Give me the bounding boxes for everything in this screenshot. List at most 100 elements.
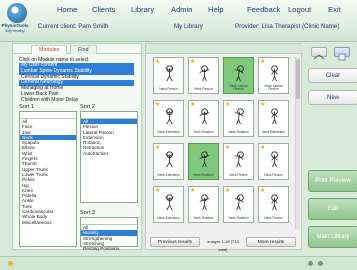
sort1-label: Sort 1 <box>19 104 34 110</box>
module-panel: Modules Find Click on Module name to sel… <box>12 43 143 251</box>
exercise-thumbnail[interactable]: ★ Neck Lateral Flexion <box>258 57 289 94</box>
nav-clients[interactable]: Clients <box>92 5 115 14</box>
exercise-thumbnail[interactable]: ★ Neck Flexion <box>258 143 289 180</box>
module-tabs: Modules Find <box>13 44 143 54</box>
physiotools-app: PhysioTools Stay Healthy! Home Clients Lib… <box>0 0 357 270</box>
sort3-option[interactable]: Resting Positions <box>81 246 137 251</box>
previous-results-button[interactable]: Previous results <box>150 237 200 247</box>
image-grid-scrollbar[interactable] <box>295 57 300 229</box>
exercise-thumbnail[interactable]: ★ Neck Rotation <box>188 100 219 137</box>
nav-help[interactable]: Help <box>208 5 224 14</box>
exercise-caption: Neck Retraction <box>262 130 285 135</box>
exercise-thumbnail[interactable]: ★ Neck Lateral Flexion <box>223 57 254 94</box>
exercise-thumbnail[interactable]: ★ Neck Retraction <box>258 100 289 137</box>
exercise-thumbnail[interactable]: ★ Neck Rotation <box>223 186 254 223</box>
current-client: Current client: Pam Smith <box>38 23 109 30</box>
sort2-filter-input[interactable] <box>81 112 137 119</box>
exercise-figure-icon <box>271 108 278 125</box>
exercise-thumbnail[interactable]: ★ Neck Rotation <box>223 100 254 137</box>
status-dot-icon <box>8 261 13 266</box>
exercise-caption: Neck Rotation <box>193 173 214 178</box>
nav-admin[interactable]: Admin <box>171 5 193 14</box>
exercise-figure-icon <box>165 108 174 125</box>
exercise-figure-icon <box>234 65 244 82</box>
edit-button[interactable]: Edit <box>308 198 357 220</box>
tab-find[interactable]: Find <box>70 45 97 54</box>
exercise-thumbnail[interactable]: ★ Neck Rotation <box>188 143 219 180</box>
main-nav: Home Clients Library Admin Help Feedback Logou… <box>0 5 357 17</box>
exercise-thumbnail[interactable]: ★ Neck Flexion <box>258 186 289 223</box>
clear-button[interactable]: Clear <box>308 68 357 83</box>
exercise-caption: Neck Rotation <box>228 130 249 135</box>
print-preview-button[interactable]: Print Preview <box>308 170 357 192</box>
status-bar <box>0 256 357 270</box>
exercise-figure-icon <box>271 194 278 211</box>
main-library-button[interactable]: Main Library <box>308 226 357 248</box>
exercise-thumbnail[interactable]: ★ Neck Flexion <box>223 143 254 180</box>
exercise-caption: Neck Rotation <box>228 216 249 221</box>
page-icon[interactable] <box>334 47 350 61</box>
exercise-figure-icon <box>165 194 174 211</box>
tab-modules[interactable]: Modules <box>31 45 68 54</box>
exercise-figure-icon <box>234 151 244 168</box>
scrollbar-thumb[interactable] <box>296 59 300 99</box>
exercise-caption: Neck Extension <box>157 130 180 135</box>
nav-logout[interactable]: Logout <box>288 5 311 14</box>
results-count: Images 1-16 (713 total) <box>207 239 239 252</box>
exercise-figure-icon <box>271 65 278 82</box>
exercise-thumbnail[interactable]: ★ Neck Extension <box>153 100 184 137</box>
exercise-caption: Neck Flexion <box>159 87 178 92</box>
status-dot-icon <box>308 261 313 266</box>
module-list: My User content Lumbar Spine Dynamic Stab… <box>19 62 134 104</box>
exercise-figure-icon <box>199 194 210 211</box>
module-item[interactable]: Children with Motor Delay <box>19 97 134 104</box>
sort3-filter-input[interactable] <box>81 218 137 225</box>
exercise-caption: Neck Lateral Flexion <box>229 83 248 92</box>
exercise-caption: Neck Flexion <box>194 87 213 92</box>
exercise-thumbnail[interactable]: ★ Neck Extension <box>153 186 184 223</box>
nav-exit[interactable]: Exit <box>328 5 341 14</box>
exercise-figure-icon <box>199 151 210 168</box>
exercise-thumbnail[interactable]: ★ Neck Flexion <box>188 57 219 94</box>
exercise-caption: Neck Rotation <box>193 216 214 221</box>
exercise-figure-icon <box>199 108 210 125</box>
sort1-option[interactable]: Miscellaneous <box>20 220 76 225</box>
library-title: My Library <box>174 23 203 30</box>
image-browser-header <box>146 44 303 54</box>
exercise-figure-icon <box>165 151 174 168</box>
exercise-figure-icon <box>234 108 244 125</box>
top-bar: PhysioTools Stay Healthy! Home Clients Lib… <box>0 0 357 42</box>
exercise-figure-icon <box>199 65 210 82</box>
sort1-filter-input[interactable] <box>20 112 76 119</box>
exercise-caption: Neck Flexion <box>229 173 248 178</box>
exercise-figure-icon <box>165 65 174 82</box>
action-panel: Clear New Print Preview Edit Main Librar… <box>303 43 357 250</box>
sort3-label: Sort 3 <box>80 210 95 216</box>
new-button[interactable]: New <box>308 90 357 105</box>
exercise-thumbnail[interactable]: ★ Neck Flexion <box>153 57 184 94</box>
more-results-button[interactable]: More results <box>246 237 296 247</box>
sort3-list[interactable]: All Mobility Strengthening Stretching Restin… <box>80 217 138 251</box>
exercise-figure-icon <box>234 194 244 211</box>
nav-library[interactable]: Library <box>131 5 154 14</box>
exercise-thumbnail[interactable]: ★ Neck Rotation <box>188 186 219 223</box>
exercise-caption: Neck Flexion <box>264 216 283 221</box>
sort2-label: Sort 2 <box>80 104 95 110</box>
exercise-caption: Neck Flexion <box>264 173 283 178</box>
exercise-caption: Neck Extension <box>157 173 180 178</box>
image-browser: ★ Neck Flexion ★ Neck Flexion ★ Neck Lateral … <box>145 43 303 252</box>
nav-feedback[interactable]: Feedback <box>247 5 280 14</box>
provider-info: Provider: Lisa Therapist (Clinic Name) <box>235 23 340 30</box>
exercise-caption: Neck Extension <box>157 216 180 221</box>
context-bar: Current client: Pam Smith My Library Pro… <box>0 23 357 35</box>
exercise-figure-icon <box>271 151 278 168</box>
sort1-list[interactable]: All Face Jaw Neck Scapula Elbow Wrist Fingers Th… <box>19 111 77 247</box>
nav-home[interactable]: Home <box>57 5 77 14</box>
exercise-thumbnail[interactable]: ★ Neck Extension <box>153 143 184 180</box>
exercise-caption: Neck Lateral Flexion <box>264 83 283 92</box>
exercise-caption: Neck Rotation <box>193 130 214 135</box>
share-icon[interactable] <box>311 47 327 60</box>
status-dot-icon <box>318 261 323 266</box>
sort2-option[interactable]: Autotraction <box>81 151 137 156</box>
sort2-list[interactable]: All Flexion Lateral Flexion Extension Rotati… <box>80 111 138 203</box>
